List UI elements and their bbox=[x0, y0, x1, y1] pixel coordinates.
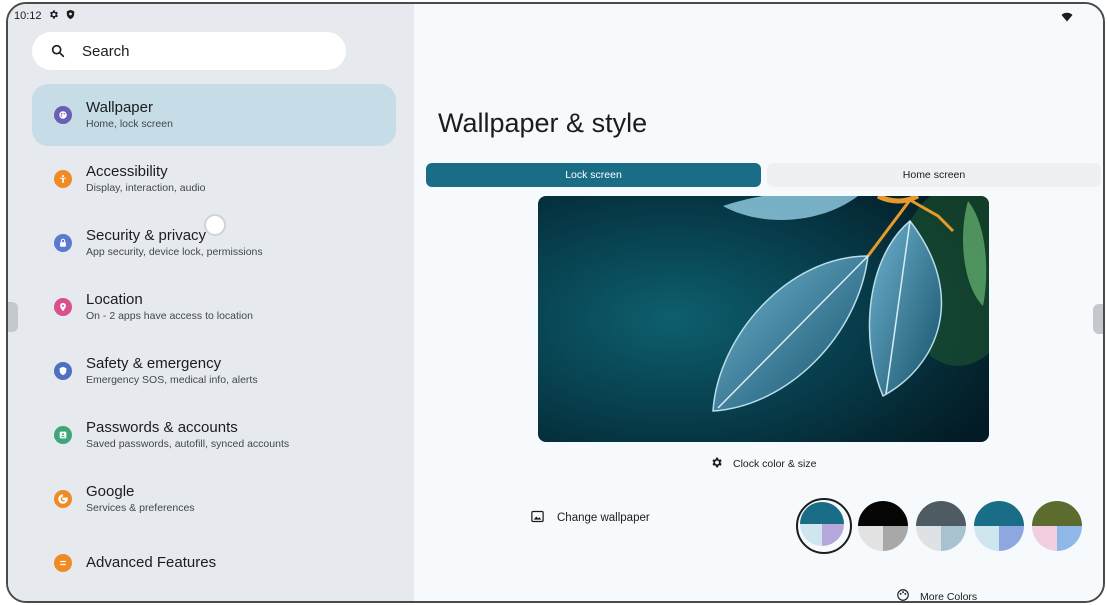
color-swatch-2[interactable] bbox=[858, 501, 908, 551]
advanced-features-icon bbox=[54, 554, 72, 572]
clock-settings-icon bbox=[710, 456, 723, 472]
gear-icon bbox=[48, 9, 59, 23]
sidebar-item-title: Security & privacy bbox=[86, 227, 207, 244]
location-pin-icon bbox=[54, 298, 72, 316]
clock-color-size-button[interactable]: Clock color & size bbox=[710, 456, 816, 472]
sidebar-item-title: Advanced Features bbox=[86, 554, 217, 571]
page-title: Wallpaper & style bbox=[438, 108, 648, 138]
sidebar-item-passwords-accounts[interactable]: Passwords & accounts Saved passwords, au… bbox=[32, 404, 396, 466]
color-swatch-4[interactable] bbox=[974, 501, 1024, 551]
search-bar[interactable]: Search bbox=[32, 32, 346, 70]
color-swatches bbox=[796, 498, 1086, 554]
search-label: Search bbox=[82, 42, 130, 60]
clock-color-size-label: Clock color & size bbox=[733, 458, 817, 470]
sidebar-item-title: Passwords & accounts bbox=[86, 419, 238, 436]
sidebar-item-accessibility[interactable]: Accessibility Display, interaction, audi… bbox=[32, 148, 396, 210]
sidebar-item-location[interactable]: Location On - 2 apps have access to loca… bbox=[32, 276, 396, 338]
status-bar: 10:12 bbox=[14, 9, 76, 23]
sidebar-item-advanced-features[interactable]: Advanced Features bbox=[32, 532, 396, 594]
sidebar-item-safety-emergency[interactable]: Safety & emergency Emergency SOS, medica… bbox=[32, 340, 396, 402]
sidebar-item-google[interactable]: Google Services & preferences bbox=[32, 468, 396, 530]
shield-icon bbox=[65, 9, 76, 23]
sidebar-item-title: Safety & emergency bbox=[86, 355, 222, 372]
wallpaper-style-panel: Wallpaper & style Lock screen Home scree… bbox=[414, 4, 1103, 601]
more-colors-label: More Colors bbox=[920, 590, 978, 603]
sidebar-item-subtitle: Services & preferences bbox=[86, 502, 195, 514]
color-swatch-1[interactable] bbox=[800, 502, 844, 546]
wallpaper-preview[interactable] bbox=[538, 196, 989, 442]
screen-tabs: Lock screen Home screen bbox=[426, 163, 1101, 187]
wifi-icon bbox=[1061, 10, 1073, 28]
sidebar-item-title: Accessibility bbox=[86, 163, 168, 180]
accessibility-icon bbox=[54, 170, 72, 188]
change-wallpaper-label: Change wallpaper bbox=[557, 512, 650, 524]
sidebar-item-title: Wallpaper bbox=[86, 99, 153, 116]
color-swatch-5[interactable] bbox=[1032, 501, 1082, 551]
lock-icon bbox=[54, 234, 72, 252]
search-icon bbox=[50, 43, 66, 59]
google-icon bbox=[54, 490, 72, 508]
sidebar-item-subtitle: Emergency SOS, medical info, alerts bbox=[86, 374, 258, 386]
sidebar-item-title: Google bbox=[86, 483, 135, 500]
more-colors-button[interactable]: More Colors bbox=[896, 588, 978, 603]
sidebar-item-wallpaper[interactable]: Wallpaper Home, lock screen bbox=[32, 84, 396, 146]
left-edge-handle[interactable] bbox=[8, 302, 18, 332]
account-box-icon bbox=[54, 426, 72, 444]
settings-sidebar: 10:12 Search Wallpaper Home, lock screen bbox=[8, 4, 414, 601]
sidebar-item-subtitle: App security, device lock, permissions bbox=[86, 246, 263, 258]
tablet-frame: 10:12 Search Wallpaper Home, lock screen bbox=[6, 2, 1105, 603]
sidebar-item-subtitle: Saved passwords, autofill, synced accoun… bbox=[86, 438, 290, 450]
image-icon bbox=[530, 509, 545, 527]
tab-lock-screen[interactable]: Lock screen bbox=[426, 163, 761, 187]
touch-indicator bbox=[204, 214, 226, 236]
change-wallpaper-button[interactable]: Change wallpaper bbox=[530, 509, 650, 527]
tab-home-screen[interactable]: Home screen bbox=[767, 163, 1101, 187]
sidebar-item-subtitle: Display, interaction, audio bbox=[86, 182, 206, 194]
sidebar-item-title: Location bbox=[86, 291, 143, 308]
palette-icon bbox=[896, 588, 910, 601]
sidebar-item-subtitle: On - 2 apps have access to location bbox=[86, 310, 253, 322]
status-time: 10:12 bbox=[14, 10, 42, 22]
sidebar-item-subtitle: Home, lock screen bbox=[86, 118, 173, 130]
right-edge-handle[interactable] bbox=[1093, 304, 1103, 334]
color-swatch-3[interactable] bbox=[916, 501, 966, 551]
shield-icon bbox=[54, 362, 72, 380]
palette-icon bbox=[54, 106, 72, 124]
